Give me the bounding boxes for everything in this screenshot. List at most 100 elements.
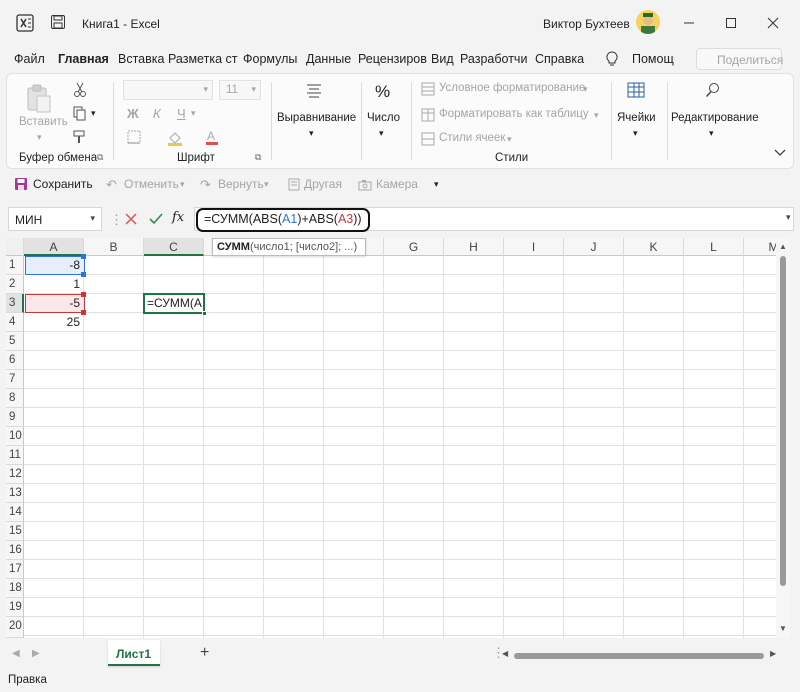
row-header[interactable]: 1: [6, 256, 24, 275]
row-header[interactable]: 20: [6, 617, 24, 638]
font-launcher-icon[interactable]: ⧉: [255, 152, 261, 163]
cells-button[interactable]: Ячейки: [617, 112, 656, 124]
prev-sheet-icon[interactable]: ◀: [12, 648, 20, 659]
copy-icon[interactable]: [73, 106, 87, 122]
editing-dropdown-icon[interactable]: ▾: [709, 128, 714, 139]
row-header[interactable]: 17: [6, 560, 24, 579]
row-header[interactable]: 8: [6, 389, 24, 408]
scroll-up-icon[interactable]: ▲: [779, 242, 787, 251]
row-header[interactable]: 15: [6, 522, 24, 541]
underline-button[interactable]: Ч: [177, 106, 186, 121]
row-header[interactable]: 18: [6, 579, 24, 598]
cond-dropdown-icon[interactable]: ▾: [583, 84, 588, 95]
select-all-button[interactable]: [6, 238, 24, 256]
column-header[interactable]: C: [144, 238, 204, 256]
row-header[interactable]: 7: [6, 370, 24, 389]
vertical-scrollbar[interactable]: ▲ ▼: [776, 238, 790, 638]
row-header[interactable]: 2: [6, 275, 24, 294]
scroll-down-icon[interactable]: ▼: [779, 624, 787, 633]
column-header[interactable]: H: [444, 238, 504, 256]
active-cell-c3[interactable]: =СУММ(А: [143, 293, 205, 314]
italic-button[interactable]: К: [153, 106, 161, 121]
column-header[interactable]: I: [504, 238, 564, 256]
editing-button[interactable]: Редактирование: [671, 112, 759, 124]
clipboard-launcher-icon[interactable]: ⧉: [97, 152, 103, 163]
tab-view[interactable]: Вид: [431, 52, 454, 66]
bold-button[interactable]: Ж: [127, 106, 139, 121]
row-header[interactable]: 12: [6, 465, 24, 484]
tab-home[interactable]: Главная: [58, 52, 109, 66]
tab-insert[interactable]: Вставка: [118, 52, 164, 66]
format-as-table-button[interactable]: Форматировать как таблицу: [439, 108, 589, 120]
scroll-right-icon[interactable]: ▶: [770, 649, 776, 658]
cell-a1[interactable]: -8: [24, 256, 84, 275]
row-header[interactable]: 5: [6, 332, 24, 351]
font-color-icon[interactable]: A: [205, 128, 219, 146]
tab-formulas[interactable]: Формулы: [243, 52, 297, 66]
sheet-tab-active[interactable]: Лист1: [108, 640, 160, 666]
collapse-ribbon-icon[interactable]: [773, 148, 787, 158]
copy-dropdown-icon[interactable]: ▾: [91, 108, 96, 119]
table-dropdown-icon[interactable]: ▾: [594, 110, 599, 121]
row-header[interactable]: 16: [6, 541, 24, 560]
cell-styles-button[interactable]: Стили ячеек: [439, 132, 505, 144]
tab-page-layout[interactable]: Разметка ст: [168, 52, 237, 66]
alignment-dropdown-icon[interactable]: ▾: [309, 128, 314, 139]
column-header[interactable]: B: [84, 238, 144, 256]
minimize-button[interactable]: [674, 10, 704, 36]
row-header[interactable]: 19: [6, 598, 24, 617]
other-button[interactable]: Другая: [304, 177, 342, 191]
autosave-icon[interactable]: [50, 14, 66, 30]
cut-icon[interactable]: [73, 82, 87, 98]
format-painter-icon[interactable]: [73, 130, 87, 144]
font-name-select[interactable]: ▾: [123, 80, 213, 100]
enter-icon[interactable]: [148, 212, 164, 226]
column-header[interactable]: K: [624, 238, 684, 256]
undo-dropdown-icon[interactable]: ▾: [180, 179, 185, 190]
redo-button[interactable]: Вернуть: [218, 177, 264, 191]
formula-bar-dots-icon[interactable]: ⋮: [110, 212, 123, 228]
cell-styles-dropdown-icon[interactable]: ▾: [507, 134, 512, 145]
insert-function-button[interactable]: fx: [172, 210, 184, 225]
vertical-scroll-thumb[interactable]: [780, 256, 786, 586]
cancel-icon[interactable]: [124, 212, 138, 226]
add-sheet-button[interactable]: +: [200, 644, 209, 662]
conditional-formatting-button[interactable]: Условное форматирование: [439, 82, 585, 94]
expand-formula-bar-icon[interactable]: ▾: [786, 212, 791, 223]
redo-dropdown-icon[interactable]: ▾: [264, 179, 269, 190]
row-header[interactable]: 3: [6, 294, 24, 313]
worksheet-grid[interactable]: A B C D E F G H I J K L M 1 2 3 4 5 6 7 …: [6, 238, 790, 638]
row-header[interactable]: 11: [6, 446, 24, 465]
fill-color-icon[interactable]: [167, 130, 183, 146]
tab-data[interactable]: Данные: [306, 52, 351, 66]
number-dropdown-icon[interactable]: ▾: [379, 128, 384, 139]
number-button[interactable]: Число: [367, 112, 400, 124]
camera-button[interactable]: Камера: [376, 177, 418, 191]
cell-a2[interactable]: 1: [24, 275, 84, 294]
avatar[interactable]: [636, 10, 660, 34]
customize-qat-icon[interactable]: ▾: [434, 179, 439, 190]
borders-icon[interactable]: [127, 130, 141, 144]
tell-me-search[interactable]: Помощ: [632, 52, 674, 66]
horizontal-scroll-thumb[interactable]: [514, 653, 764, 659]
tooltip-function-name[interactable]: СУММ: [217, 241, 250, 253]
share-button[interactable]: Поделиться: [696, 48, 783, 70]
underline-dropdown-icon[interactable]: ▾: [191, 108, 196, 119]
undo-button[interactable]: Отменить: [124, 177, 179, 191]
paste-button[interactable]: Вставить: [19, 116, 68, 128]
font-size-select[interactable]: 11 ▾: [219, 80, 261, 100]
maximize-button[interactable]: [716, 10, 746, 36]
scroll-left-icon[interactable]: ◀: [502, 649, 508, 658]
tab-developer[interactable]: Разработчи: [460, 52, 527, 66]
column-header[interactable]: L: [684, 238, 744, 256]
cell-a3[interactable]: -5: [24, 294, 84, 313]
name-box[interactable]: МИН ▾: [8, 207, 102, 231]
paste-dropdown-icon[interactable]: ▾: [37, 132, 42, 143]
cell-a4[interactable]: 25: [24, 313, 84, 332]
cells-dropdown-icon[interactable]: ▾: [633, 128, 638, 139]
column-header[interactable]: G: [384, 238, 444, 256]
tab-help[interactable]: Справка: [535, 52, 584, 66]
tab-review[interactable]: Рецензиров: [358, 52, 427, 66]
tab-file[interactable]: Файл: [14, 52, 45, 66]
row-header[interactable]: 4: [6, 313, 24, 332]
